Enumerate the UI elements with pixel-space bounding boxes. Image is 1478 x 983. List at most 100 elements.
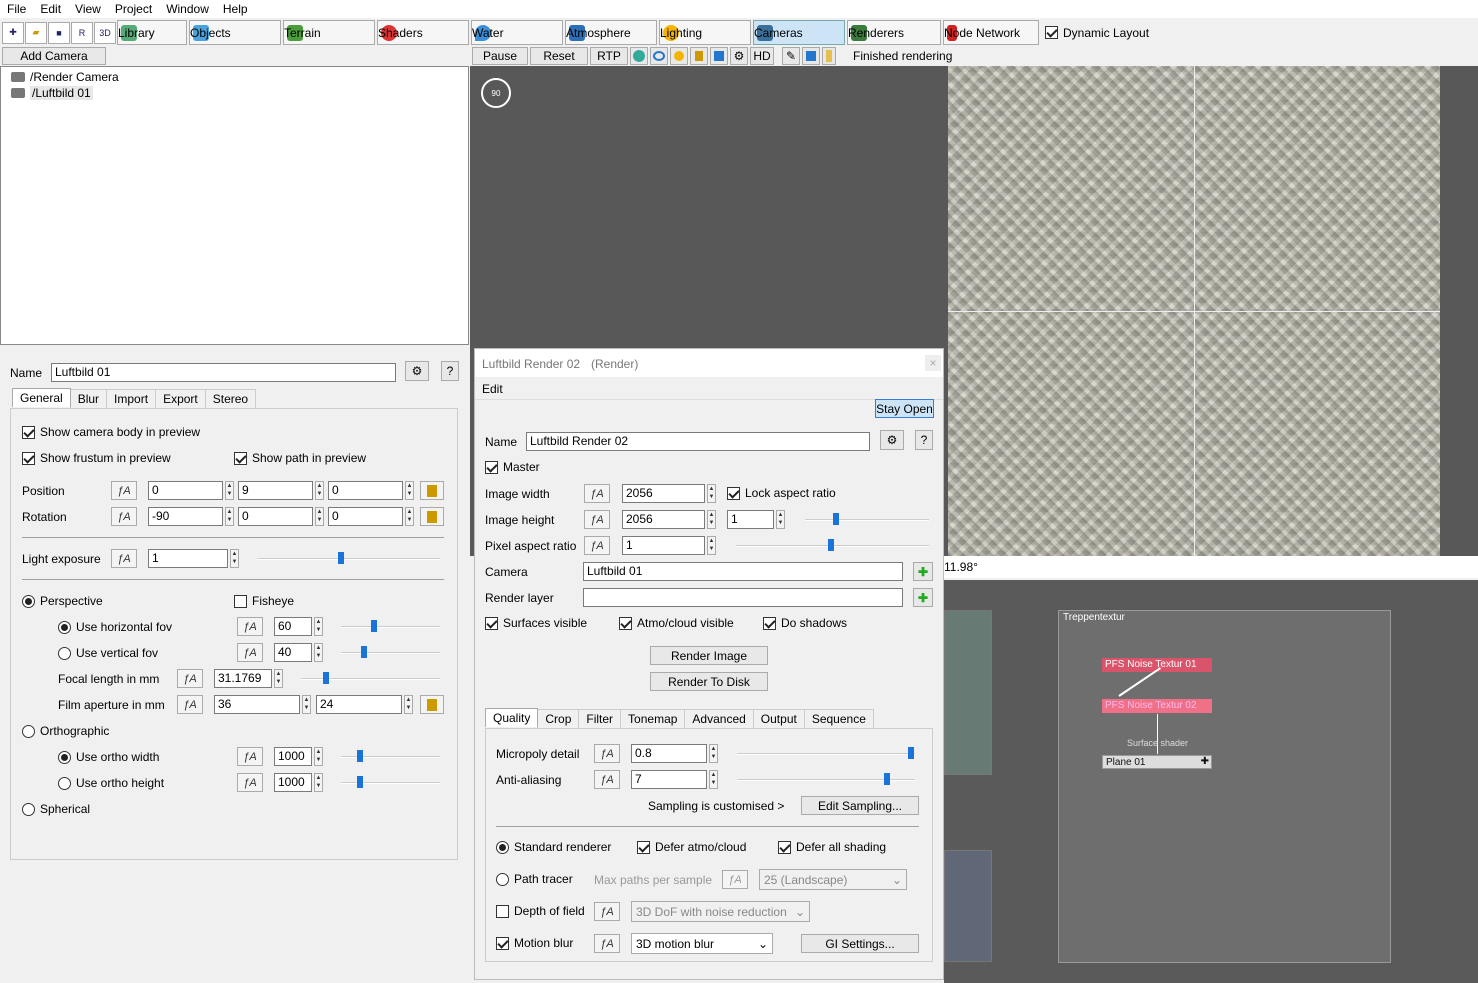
- dof-select[interactable]: 3D DoF with noise reduction ⌄: [631, 901, 810, 922]
- micropoly-field[interactable]: 0.8: [631, 744, 707, 763]
- path-tracer-option[interactable]: Path tracer: [496, 872, 573, 886]
- ortho-height-slider[interactable]: [341, 782, 440, 784]
- depth-of-field-toggle[interactable]: Depth of field: [496, 904, 585, 918]
- rotation-z[interactable]: 0: [328, 507, 403, 526]
- hfov-slider[interactable]: [341, 626, 440, 628]
- add-icon[interactable]: ✚: [1201, 756, 1209, 767]
- spherical-radio[interactable]: [22, 802, 35, 816]
- spin-arrows[interactable]: ▲ ▼: [302, 695, 311, 714]
- focal-length-field[interactable]: 31.1769: [214, 669, 272, 688]
- compass-icon[interactable]: 90: [481, 78, 511, 108]
- stay-open-button[interactable]: Stay Open: [875, 399, 934, 418]
- atmo-checkbox[interactable]: [619, 616, 632, 630]
- clipboard-icon[interactable]: [420, 481, 444, 500]
- tab-export[interactable]: Export: [155, 389, 206, 408]
- camera-field[interactable]: Luftbild 01: [583, 562, 903, 581]
- render-to-disk-button[interactable]: Render To Disk: [650, 672, 768, 691]
- help-button[interactable]: ?: [441, 361, 459, 381]
- function-icon[interactable]: ƒA: [111, 481, 137, 500]
- show-frustum-toggle[interactable]: Show frustum in preview: [22, 451, 171, 465]
- dof-checkbox[interactable]: [496, 904, 509, 918]
- standard-renderer-radio[interactable]: [496, 840, 509, 854]
- surfaces-visible-toggle[interactable]: Surfaces visible: [485, 616, 587, 630]
- tab-renderers[interactable]: Renderers: [847, 20, 941, 45]
- function-icon[interactable]: ƒA: [584, 536, 610, 555]
- light-exposure-slider[interactable]: [257, 558, 440, 560]
- pause-button[interactable]: Pause: [472, 47, 528, 65]
- function-icon[interactable]: ƒA: [237, 617, 263, 636]
- add-camera-button[interactable]: Add Camera: [2, 47, 106, 65]
- micropoly-slider[interactable]: [737, 753, 915, 755]
- orthographic-radio[interactable]: [22, 724, 35, 738]
- 3d-preview-icon[interactable]: 3D: [94, 21, 116, 44]
- ortho-width-radio[interactable]: [58, 750, 71, 764]
- light-exposure-field[interactable]: 1: [148, 549, 228, 568]
- defer-atmo-toggle[interactable]: Defer atmo/cloud: [637, 840, 746, 854]
- pointer-icon[interactable]: [802, 47, 820, 65]
- aspect-ratio-slider[interactable]: [805, 519, 929, 521]
- clipboard-icon[interactable]: [420, 695, 444, 714]
- menu-edit[interactable]: Edit: [33, 2, 68, 16]
- menu-file[interactable]: File: [0, 2, 33, 16]
- function-icon[interactable]: ƒA: [237, 747, 263, 766]
- tab-import[interactable]: Import: [106, 389, 157, 408]
- tab-library[interactable]: Library: [117, 20, 187, 45]
- spin-arrows[interactable]: ▲ ▼: [274, 669, 283, 688]
- spin-arrows[interactable]: ▲ ▼: [225, 507, 234, 526]
- spin-arrows[interactable]: ▲ ▼: [315, 507, 324, 526]
- menu-project[interactable]: Project: [108, 2, 159, 16]
- spin-arrows[interactable]: ▲ ▼: [707, 510, 716, 529]
- slider-thumb[interactable]: [357, 776, 363, 788]
- master-checkbox[interactable]: [485, 460, 498, 474]
- function-icon[interactable]: ƒA: [177, 695, 203, 714]
- noise-node-02[interactable]: PFS Noise Textur 02: [1102, 699, 1212, 713]
- spin-arrows[interactable]: ▲ ▼: [709, 770, 718, 789]
- spherical-option[interactable]: Spherical: [22, 802, 90, 816]
- show-frustum-checkbox[interactable]: [22, 451, 35, 465]
- anti-aliasing-field[interactable]: 7: [631, 770, 707, 789]
- motion-blur-checkbox[interactable]: [496, 936, 509, 950]
- perspective-radio[interactable]: [22, 594, 35, 608]
- plane-node[interactable]: Plane 01 ✚: [1102, 755, 1212, 769]
- function-icon[interactable]: ƒA: [594, 770, 620, 789]
- node-group-treppentextur[interactable]: Treppentextur PFS Noise Textur 01 PFS No…: [1058, 610, 1391, 963]
- dynamic-layout-toggle[interactable]: Dynamic Layout: [1045, 26, 1149, 40]
- show-body-toggle[interactable]: Show camera body in preview: [22, 425, 200, 439]
- function-icon[interactable]: ƒA: [111, 507, 137, 526]
- standard-renderer-option[interactable]: Standard renderer: [496, 840, 611, 854]
- slider-thumb[interactable]: [884, 773, 890, 785]
- dialog-edit-menu[interactable]: Edit: [482, 382, 503, 396]
- spin-arrows[interactable]: ▲ ▼: [709, 744, 718, 763]
- use-vfov-option[interactable]: Use vertical fov: [58, 646, 158, 660]
- renderer-name-field[interactable]: Luftbild Render 02: [526, 432, 870, 451]
- spin-arrows[interactable]: ▲ ▼: [315, 481, 324, 500]
- gear-icon[interactable]: ⚙: [730, 47, 748, 65]
- spin-arrows[interactable]: ▲ ▼: [314, 773, 323, 792]
- clipboard-icon[interactable]: [420, 507, 444, 526]
- defer-all-toggle[interactable]: Defer all shading: [778, 840, 886, 854]
- lock-aspect-checkbox[interactable]: [727, 486, 740, 500]
- camera-name-field[interactable]: Luftbild 01: [51, 363, 396, 382]
- vfov-radio[interactable]: [58, 646, 71, 660]
- master-toggle[interactable]: Master: [485, 460, 540, 474]
- function-icon[interactable]: ƒA: [584, 510, 610, 529]
- fisheye-checkbox[interactable]: [234, 594, 247, 608]
- menu-window[interactable]: Window: [159, 2, 216, 16]
- ortho-height-option[interactable]: Use ortho height: [58, 776, 164, 790]
- tab-filter[interactable]: Filter: [578, 709, 622, 728]
- close-icon[interactable]: ×: [925, 355, 941, 371]
- motion-blur-select[interactable]: 3D motion blur ⌄: [631, 933, 773, 954]
- hfov-radio[interactable]: [58, 620, 71, 634]
- ortho-height-radio[interactable]: [58, 776, 71, 790]
- tab-tonemap[interactable]: Tonemap: [620, 709, 686, 728]
- function-icon[interactable]: ƒA: [237, 773, 263, 792]
- position-x[interactable]: 0: [148, 481, 223, 500]
- edit-sampling-button[interactable]: Edit Sampling...: [801, 796, 919, 815]
- cloud-view-icon[interactable]: [650, 47, 668, 65]
- vfov-field[interactable]: 40: [274, 643, 312, 662]
- tab-cameras[interactable]: Cameras: [753, 20, 845, 45]
- render-layer-field[interactable]: [583, 588, 903, 607]
- atmo-visible-toggle[interactable]: Atmo/cloud visible: [619, 616, 734, 630]
- sphere-view-icon[interactable]: [630, 47, 648, 65]
- spin-arrows[interactable]: ▲ ▼: [405, 481, 414, 500]
